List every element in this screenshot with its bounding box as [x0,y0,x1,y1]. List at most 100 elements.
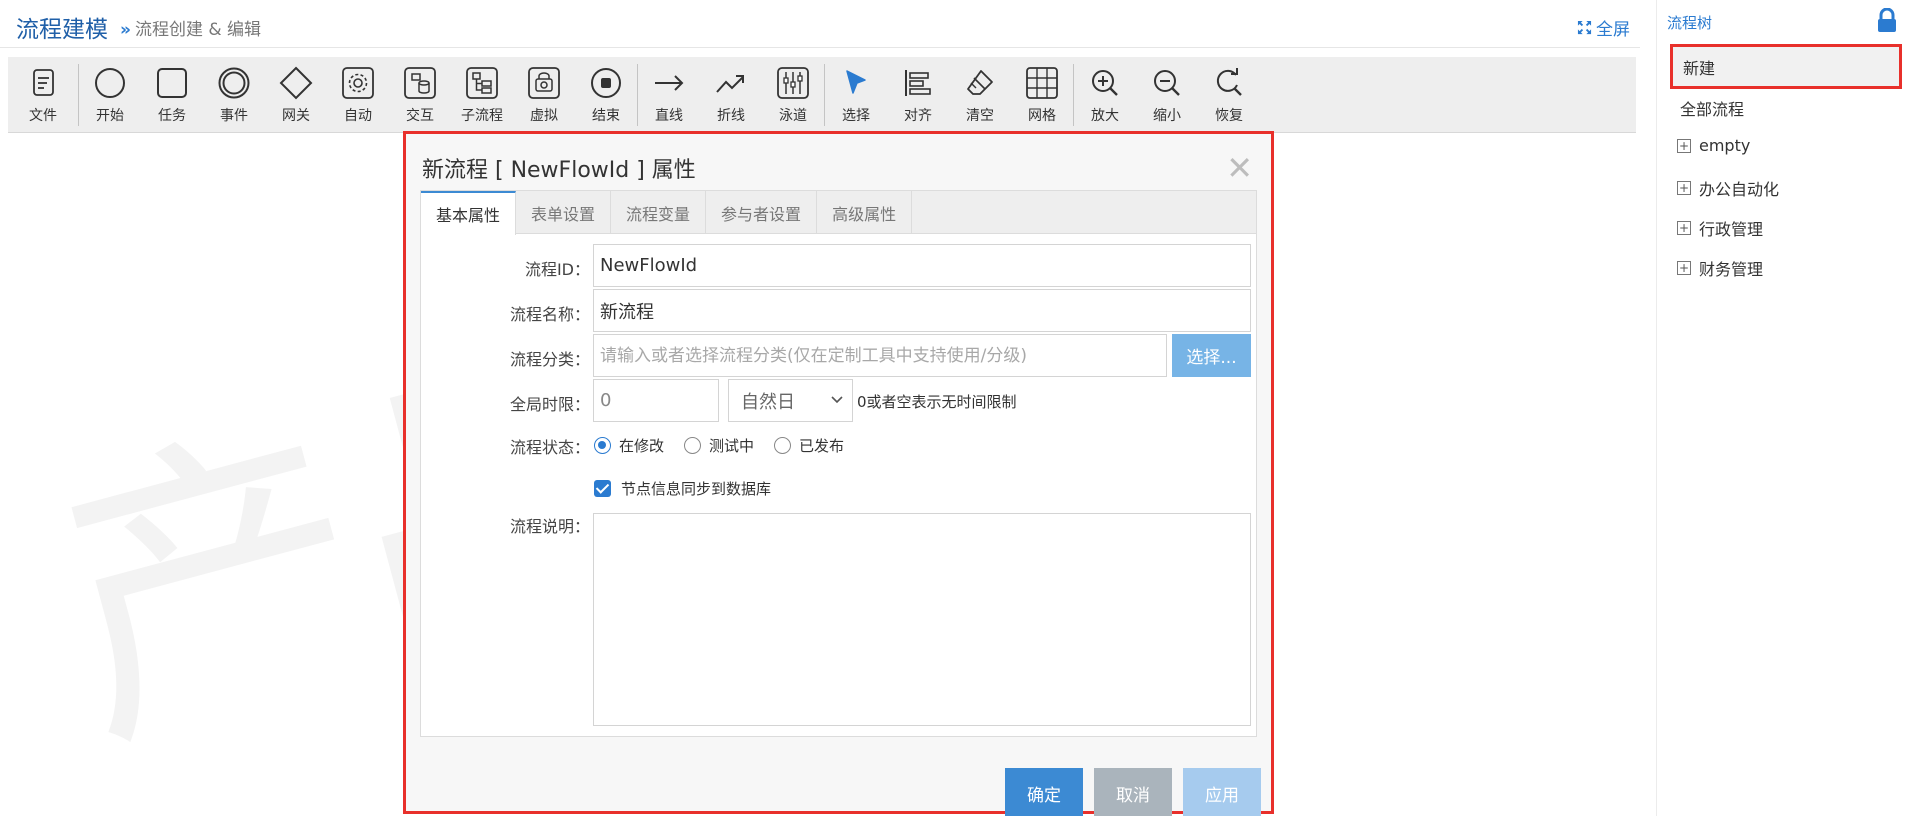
toolbar: 文件 开始 任务 事件 网关 自动 交互 子流程 虚拟 结束 直线 折线 泳道 … [8,57,1636,133]
status-editing-label: 在修改 [619,437,665,455]
tool-auto[interactable]: 自动 [327,57,389,133]
align-left-icon [905,70,931,96]
process-tree-panel: 流程树 新建 全部流程 + empty + 办公自动化 + 行政管理 + 财务管理 [1656,0,1906,816]
tab-participants[interactable]: 参与者设置 [706,191,818,234]
close-icon[interactable]: ✕ [1226,152,1253,184]
tool-virtual[interactable]: 虚拟 [513,57,575,133]
apply-button[interactable]: 应用 [1183,768,1261,816]
tool-line[interactable]: 直线 [638,57,700,133]
tool-subprocess[interactable]: 子流程 [451,57,513,133]
tree-item-empty[interactable]: + empty [1677,136,1750,155]
time-limit-hint: 0或者空表示无时间限制 [857,393,1017,411]
tool-zoom-out-label: 缩小 [1153,108,1181,124]
auto-gear-icon [342,67,374,99]
expand-plus-icon[interactable]: + [1677,221,1691,235]
tool-clear[interactable]: 清空 [949,57,1011,133]
tool-start-label: 开始 [96,108,124,124]
flow-id-input[interactable] [593,244,1251,287]
sync-checkbox-group: 节点信息同步到数据库 [594,478,771,499]
dialog-title: 新流程 [ NewFlowId ] 属性 [422,158,696,183]
tree-item-finance-label: 财务管理 [1699,260,1764,279]
tool-polyline[interactable]: 折线 [700,57,762,133]
pointer-cursor-icon [846,70,866,94]
task-square-icon [157,68,187,98]
dialog-panel: 基本属性 表单设置 流程变量 参与者设置 高级属性 流程ID： 流程名称： 流程… [420,190,1257,737]
tool-select[interactable]: 选择 [825,57,887,133]
fullscreen-button[interactable]: 全屏 [1577,15,1630,40]
expand-plus-icon[interactable]: + [1677,261,1691,275]
tree-title: 流程树 [1667,14,1713,32]
dialog-tabs: 基本属性 表单设置 流程变量 参与者设置 高级属性 [421,191,1256,235]
expand-plus-icon[interactable]: + [1677,181,1691,195]
tool-task-label: 任务 [158,108,186,124]
description-label: 流程说明： [509,517,590,536]
swimlane-icon [777,67,809,99]
flow-name-label: 流程名称： [509,305,590,324]
status-radio-editing[interactable] [594,437,611,454]
tool-file[interactable]: 文件 [8,57,78,133]
cancel-button[interactable]: 取消 [1094,768,1172,816]
tool-restore[interactable]: 恢复 [1198,57,1260,133]
top-bar: 流程建模 » 流程创建 & 编辑 全屏 [0,0,1640,48]
description-textarea[interactable] [593,513,1251,726]
tool-polyline-label: 折线 [717,108,745,124]
tree-item-office-automation[interactable]: + 办公自动化 [1677,176,1779,200]
status-radio-testing[interactable] [684,437,702,454]
tool-end[interactable]: 结束 [575,57,637,133]
fullscreen-icon [1577,20,1592,35]
time-limit-input[interactable] [593,379,719,422]
tool-restore-label: 恢复 [1215,108,1243,124]
flow-name-input[interactable] [593,289,1251,332]
tree-item-admin[interactable]: + 行政管理 [1677,216,1763,240]
tree-item-office-automation-label: 办公自动化 [1699,180,1780,199]
tool-subprocess-label: 子流程 [461,108,503,124]
zoom-in-icon [1092,70,1118,96]
tool-line-label: 直线 [655,108,683,124]
flow-category-input[interactable] [593,334,1167,377]
fullscreen-label: 全屏 [1596,20,1630,40]
expand-plus-icon[interactable]: + [1677,138,1691,153]
straight-arrow-icon [655,75,684,91]
status-radio-published[interactable] [774,437,792,454]
tool-align[interactable]: 对齐 [887,57,949,133]
tool-gateway[interactable]: 网关 [265,57,327,133]
tab-basic[interactable]: 基本属性 [421,191,517,235]
lock-icon[interactable] [1876,8,1898,34]
tool-align-label: 对齐 [904,108,932,124]
tool-zoom-out[interactable]: 缩小 [1136,57,1198,133]
tree-item-finance[interactable]: + 财务管理 [1677,256,1763,280]
breadcrumb-current: 流程创建 & 编辑 [134,20,262,40]
time-unit-select[interactable]: 自然日 [728,379,853,422]
tree-item-all[interactable]: 全部流程 [1680,96,1744,120]
tool-interact[interactable]: 交互 [389,57,451,133]
properties-dialog: 新流程 [ NewFlowId ] 属性 ✕ 基本属性 表单设置 流程变量 参与… [403,131,1274,816]
refresh-zoom-icon [1216,68,1242,96]
choose-category-button[interactable]: 选择... [1172,334,1251,377]
status-radio-group: 在修改 测试中 已发布 [590,435,860,456]
polyline-arrow-icon [716,75,744,93]
tab-advanced[interactable]: 高级属性 [817,191,913,234]
tool-swimlane[interactable]: 泳道 [762,57,824,133]
tree-item-all-label: 全部流程 [1680,100,1745,119]
sync-checkbox[interactable] [594,480,611,497]
tool-file-label: 文件 [29,108,57,124]
breadcrumb-separator: » [120,20,131,40]
tool-event[interactable]: 事件 [203,57,265,133]
file-icon [33,69,54,96]
confirm-button[interactable]: 确定 [1005,768,1083,816]
tool-interact-label: 交互 [406,108,434,124]
tool-virtual-label: 虚拟 [530,108,558,124]
tree-item-admin-label: 行政管理 [1699,220,1764,239]
time-limit-label: 全局时限： [509,395,590,414]
start-circle-icon [95,68,125,98]
time-unit-value: 自然日 [741,391,795,413]
tab-form[interactable]: 表单设置 [516,191,612,234]
tool-zoom-in-label: 放大 [1091,108,1119,124]
tool-zoom-in[interactable]: 放大 [1074,57,1136,133]
tool-start[interactable]: 开始 [79,57,141,133]
tool-task[interactable]: 任务 [141,57,203,133]
tool-auto-label: 自动 [344,108,372,124]
tab-variables[interactable]: 流程变量 [611,191,707,234]
tool-grid[interactable]: 网格 [1011,57,1073,133]
tree-item-new[interactable]: 新建 [1670,44,1902,89]
